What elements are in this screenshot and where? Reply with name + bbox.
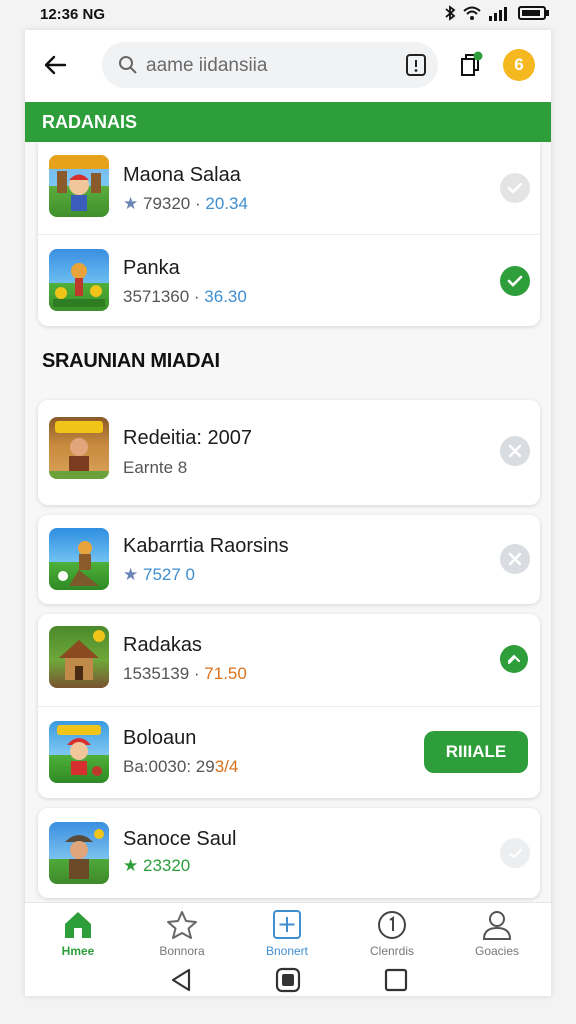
select-toggle[interactable] [500,173,530,203]
scan-icon [406,54,426,76]
close-icon [508,552,522,566]
nav-info[interactable]: Clenrdis [347,909,437,965]
plus-box-icon [273,910,301,939]
back-button[interactable] [41,50,71,80]
list-item[interactable]: Sanoce Saul ★ 23320 [38,808,540,898]
list-item[interactable]: Panka 3571360 · 36.30 [38,234,540,327]
app-screen: aame iidansiia 6 RADANAIS Maona Salaa ★ … [25,30,551,996]
game-character-icon [57,725,102,776]
app-thumbnail [49,721,109,783]
status-bar: 12:36 NG [0,0,576,30]
close-icon [508,444,522,458]
app-title: Panka [123,257,180,279]
app-subtitle: ★ 23320 [123,856,191,875]
chevron-up-icon [508,654,520,664]
notification-icon [461,51,483,76]
dismiss-button[interactable] [500,436,530,466]
game-character-icon [65,829,104,879]
info-circle-icon [378,911,406,939]
install-button[interactable]: RIIIALE [424,731,528,773]
bluetooth-icon [445,5,456,21]
nav-favorites[interactable]: Bonnora [137,909,227,965]
list-item[interactable]: Boloaun Ba:0030: 293/4 RIIIALE [38,706,540,799]
game-character-icon [59,630,105,680]
app-title: Redeitia: 2007 [123,427,252,449]
home-square-icon[interactable] [275,967,301,993]
game-character-icon [58,541,99,586]
game-character-icon [53,263,105,307]
nav-add[interactable]: Bnonert [242,909,332,965]
app-title: Sanoce Saul [123,828,237,850]
scan-button[interactable] [404,53,428,77]
nav-label: Bonnora [159,944,205,958]
nav-label: Bnonert [265,944,309,958]
check-icon [507,275,523,287]
app-thumbnail [49,249,109,311]
app-subtitle: 3571360 · 36.30 [123,287,247,306]
list-item[interactable]: Radakas 1535139 · 71.50 [38,614,540,706]
notifications-button[interactable] [456,50,486,80]
search-icon [119,56,137,74]
wifi-icon [463,6,481,20]
app-title: Boloaun [123,727,197,749]
app-thumbnail [49,822,109,884]
nav-profile[interactable]: Goacies [452,909,542,965]
check-icon [509,849,522,859]
app-thumbnail [49,155,109,217]
battery-icon [518,6,549,20]
app-subtitle: ★ 7527 0 [123,565,195,584]
list-item[interactable]: Redeitia: 2007 Earnte 8 [38,400,540,505]
status-icons [444,5,550,21]
app-subtitle: Earnte 8 [123,458,188,477]
app-thumbnail [49,626,109,688]
check-icon [507,182,523,194]
person-icon [482,911,512,940]
game-character-icon [49,155,109,211]
game-character-icon [49,421,109,479]
app-subtitle: ★ 79320 · 20.34 [123,194,248,213]
star-icon [167,911,197,939]
coins-label: 6 [514,55,524,74]
arrow-left-icon [44,55,67,75]
app-title: Radakas [123,634,202,656]
app-subtitle: Ba:0030: 293/4 [123,757,239,776]
list-item[interactable]: Kabarrtia Raorsins ★ 7527 0 [38,515,540,604]
nav-label: Goacies [474,944,520,958]
pending-button[interactable] [500,838,530,868]
recents-icon[interactable] [384,967,408,993]
nav-label: Hmee [61,944,95,958]
coins-button[interactable]: 6 [503,49,535,81]
nav-home[interactable]: Hmee [33,909,123,965]
status-time: 12:36 NG [40,6,106,23]
search-placeholder: aame iidansiia [146,55,268,76]
top-apps-card: Maona Salaa ★ 79320 · 20.34 Panka 357136… [38,142,540,326]
app-title: Maona Salaa [123,164,241,186]
dismiss-button[interactable] [500,544,530,574]
app-thumbnail [49,528,109,590]
system-navigation [25,964,551,996]
app-subtitle: 1535139 · 71.50 [123,664,247,683]
back-triangle-icon[interactable] [169,967,193,993]
search-input[interactable]: aame iidansiia [102,42,438,88]
top-bar: aame iidansiia 6 [25,30,551,102]
app-thumbnail [49,417,109,479]
banner-title: RADANAIS [42,112,138,132]
home-icon [65,912,91,938]
nav-label: Clenrdis [369,944,414,958]
app-title: Kabarrtia Raorsins [123,535,289,557]
section-heading: SRAUNIAN MIADAI [42,350,220,372]
apps-group-card: Radakas 1535139 · 71.50 Boloaun Ba:0030:… [38,614,540,798]
collapse-button[interactable] [500,645,528,673]
list-item[interactable]: Maona Salaa ★ 79320 · 20.34 [38,142,540,234]
section-banner: RADANAIS [25,102,551,142]
select-toggle[interactable] [500,266,530,296]
signal-icon [489,7,507,21]
